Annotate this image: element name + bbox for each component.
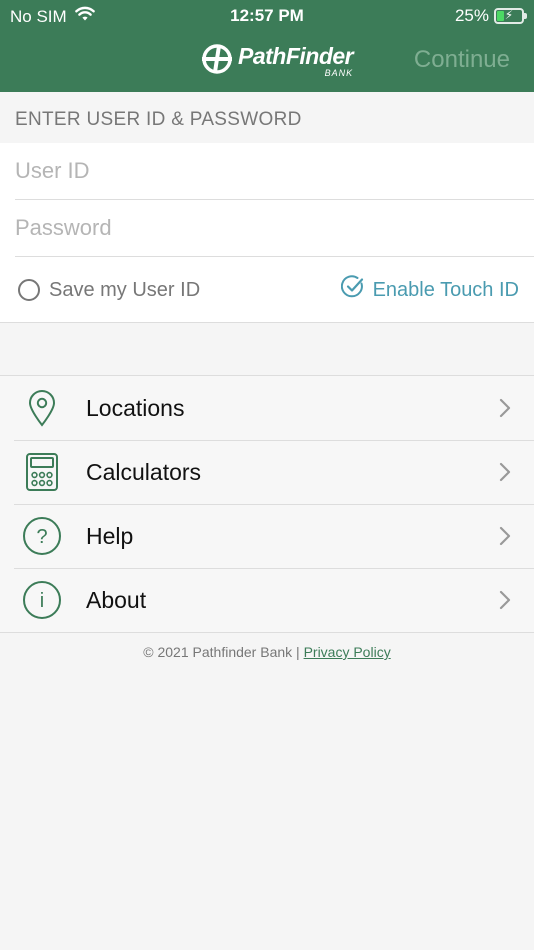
enable-touch-id-toggle[interactable]: Enable Touch ID (340, 275, 519, 305)
menu-item-label: Locations (86, 394, 185, 421)
save-userid-toggle[interactable]: Save my User ID (18, 279, 200, 302)
menu-item-locations[interactable]: Locations (0, 376, 534, 440)
svg-text:i: i (40, 590, 44, 612)
login-section-label: ENTER USER ID & PASSWORD (15, 109, 302, 130)
chevron-right-icon (498, 524, 512, 548)
battery-status: 25% ⚡ (454, 6, 527, 26)
pathfinder-logo: PathFinder BANK (200, 42, 354, 81)
svg-text:?: ? (36, 526, 47, 548)
password-field-row (15, 200, 534, 257)
menu-item-about[interactable]: i About (0, 568, 534, 632)
userid-input[interactable] (15, 158, 534, 184)
save-userid-label: Save my User ID (49, 278, 201, 301)
nav-bar: PathFinder BANK Continue (0, 32, 534, 92)
location-pin-icon (22, 388, 62, 428)
copyright-text: © 2021 Pathfinder Bank | (143, 644, 300, 660)
status-bar: No SIM 12:57 PM 25% ⚡ (0, 0, 534, 32)
battery-icon: ⚡ (494, 8, 527, 24)
info-circle-icon: i (22, 580, 62, 620)
login-form: Save my User ID Enable Touch ID (0, 143, 534, 323)
menu-item-label: About (86, 586, 147, 613)
touch-id-label: Enable Touch ID (372, 278, 519, 301)
continue-button[interactable]: Continue (414, 46, 510, 74)
status-time: 12:57 PM (230, 6, 304, 25)
userid-field-row (15, 143, 534, 200)
compass-logo-icon (200, 42, 234, 81)
app-header: No SIM 12:57 PM 25% ⚡ PathFinder BANK Co… (0, 0, 534, 92)
question-circle-icon: ? (22, 516, 62, 556)
menu-item-label: Help (86, 522, 134, 549)
calculator-icon (22, 452, 62, 492)
chevron-right-icon (498, 396, 512, 420)
menu-item-help[interactable]: ? Help (0, 504, 534, 568)
password-input[interactable] (15, 215, 534, 241)
menu-list: Locations Calculators ? Help i About (0, 375, 534, 633)
battery-percent: 25% (454, 6, 489, 25)
menu-item-calculators[interactable]: Calculators (0, 440, 534, 504)
chevron-right-icon (498, 588, 512, 612)
footer: © 2021 Pathfinder Bank | Privacy Policy (0, 644, 534, 660)
menu-item-label: Calculators (86, 458, 202, 485)
login-options: Save my User ID Enable Touch ID (0, 258, 534, 322)
logo-wordmark: PathFinder (238, 43, 354, 69)
chevron-right-icon (498, 460, 512, 484)
radio-unchecked-icon (18, 279, 40, 301)
logo-subtitle: BANK (324, 68, 354, 78)
check-circle-icon (340, 275, 365, 305)
charging-bolt-icon: ⚡ (504, 8, 514, 22)
privacy-policy-link[interactable]: Privacy Policy (304, 644, 391, 660)
